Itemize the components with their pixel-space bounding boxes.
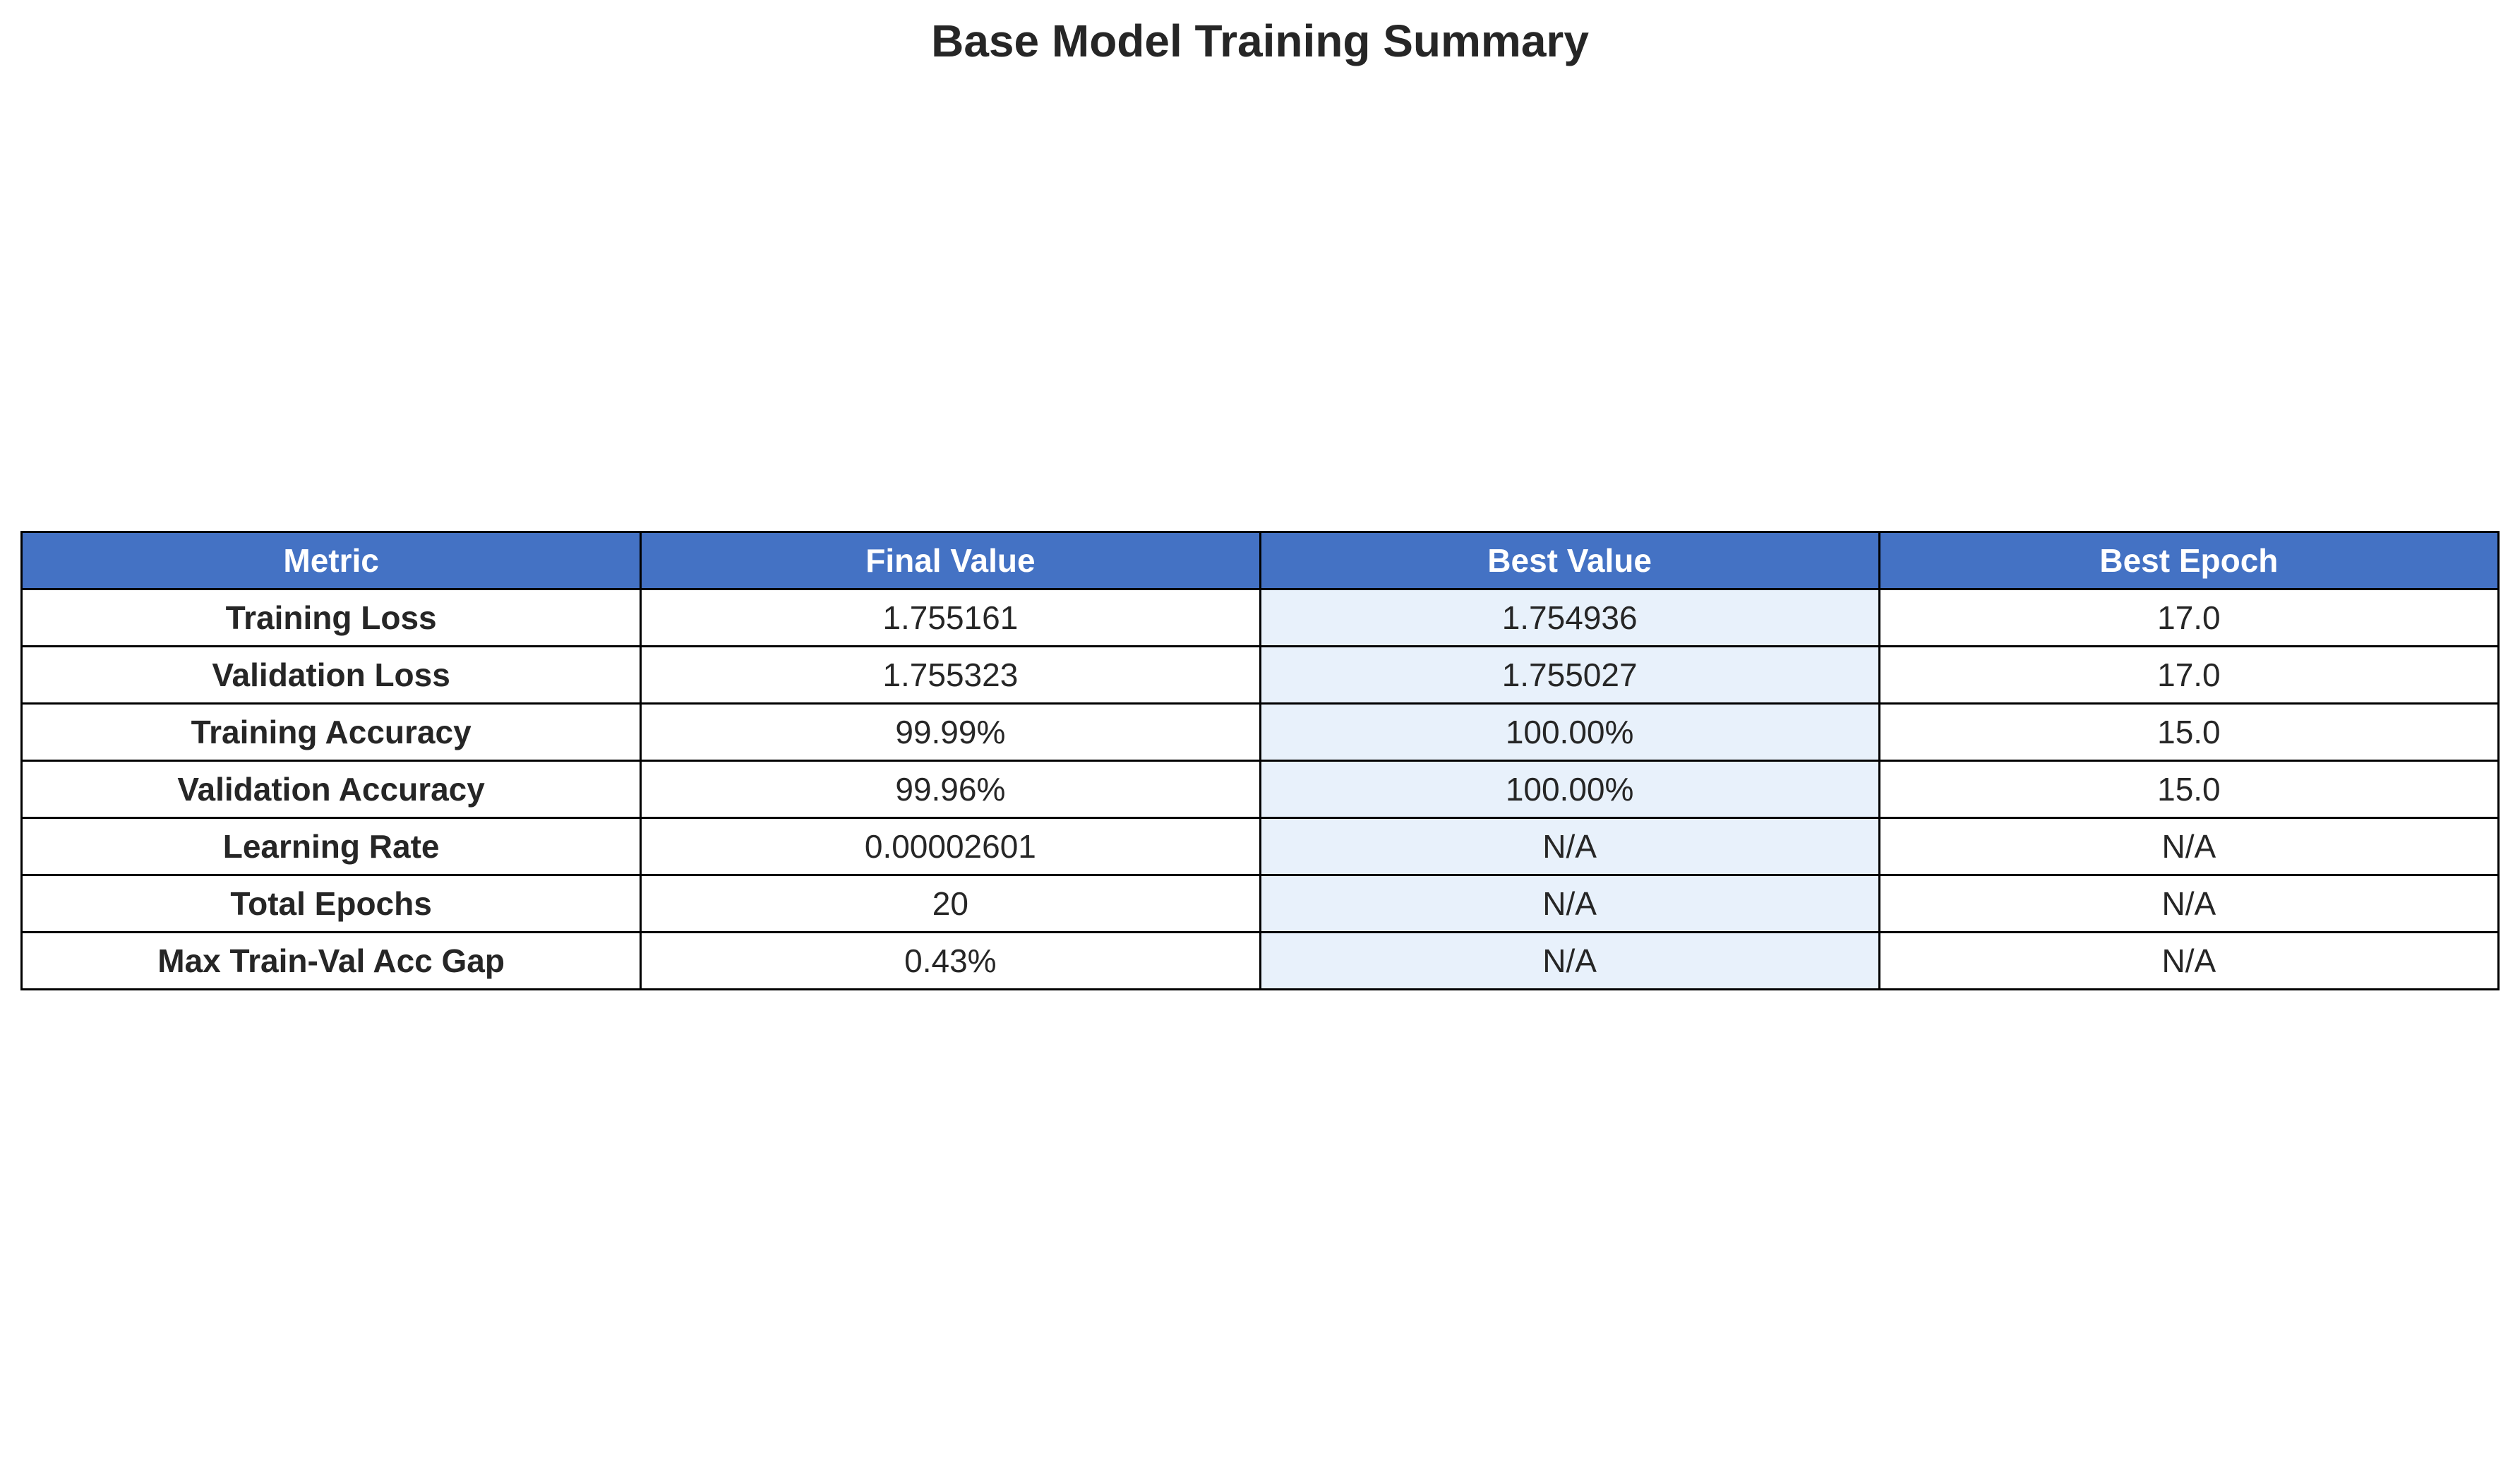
metric-name-cell: Training Accuracy: [20, 702, 642, 762]
table-body: Training Loss 1.755161 1.754936 17.0 Validat…: [20, 588, 2500, 990]
table-cell: 1.754936: [1259, 588, 1880, 647]
table-cell: N/A: [1878, 874, 2500, 933]
column-header: Best Value: [1259, 531, 1880, 590]
table-cell: 99.99%: [640, 702, 1261, 762]
table-cell: 0.00002601: [640, 817, 1261, 876]
table-cell: N/A: [1878, 931, 2500, 990]
metric-name-cell: Training Loss: [20, 588, 642, 647]
table-cell: 99.96%: [640, 760, 1261, 819]
table-cell: 1.755027: [1259, 645, 1880, 705]
table-row: Total Epochs 20 N/A N/A: [20, 874, 2500, 933]
table-header: Metric Final Value Best Value Best Epoch: [20, 531, 2500, 590]
table-cell: 100.00%: [1259, 760, 1880, 819]
chart-title: Base Model Training Summary: [931, 16, 1589, 66]
table-row: Validation Accuracy 99.96% 100.00% 15.0: [20, 760, 2500, 819]
table-row: Training Loss 1.755161 1.754936 17.0: [20, 588, 2500, 647]
table-cell: 1.755161: [640, 588, 1261, 647]
table-row: Max Train-Val Acc Gap 0.43% N/A N/A: [20, 931, 2500, 990]
table-cell: 20: [640, 874, 1261, 933]
column-header: Best Epoch: [1878, 531, 2500, 590]
metric-name-cell: Total Epochs: [20, 874, 642, 933]
metric-name-cell: Validation Accuracy: [20, 760, 642, 819]
column-header: Final Value: [640, 531, 1261, 590]
table-cell: 17.0: [1878, 588, 2500, 647]
table-cell: 15.0: [1878, 760, 2500, 819]
header-row: Metric Final Value Best Value Best Epoch: [20, 531, 2500, 590]
table-row: Learning Rate 0.00002601 N/A N/A: [20, 817, 2500, 876]
training-summary-table: Metric Final Value Best Value Best Epoch Tr…: [20, 531, 2500, 990]
summary-table-container: Metric Final Value Best Value Best Epoch Tr…: [20, 531, 2500, 990]
table-cell: N/A: [1259, 817, 1880, 876]
metric-name-cell: Max Train-Val Acc Gap: [20, 931, 642, 990]
table-cell: 0.43%: [640, 931, 1261, 990]
table-row: Validation Loss 1.755323 1.755027 17.0: [20, 645, 2500, 705]
metric-name-cell: Validation Loss: [20, 645, 642, 705]
table-row: Training Accuracy 99.99% 100.00% 15.0: [20, 702, 2500, 762]
table-cell: N/A: [1878, 817, 2500, 876]
table-cell: N/A: [1259, 874, 1880, 933]
table-cell: N/A: [1259, 931, 1880, 990]
table-cell: 1.755323: [640, 645, 1261, 705]
figure: Base Model Training Summary Metric Final …: [0, 0, 2520, 1462]
table-cell: 100.00%: [1259, 702, 1880, 762]
column-header: Metric: [20, 531, 642, 590]
table-cell: 17.0: [1878, 645, 2500, 705]
table-cell: 15.0: [1878, 702, 2500, 762]
metric-name-cell: Learning Rate: [20, 817, 642, 876]
